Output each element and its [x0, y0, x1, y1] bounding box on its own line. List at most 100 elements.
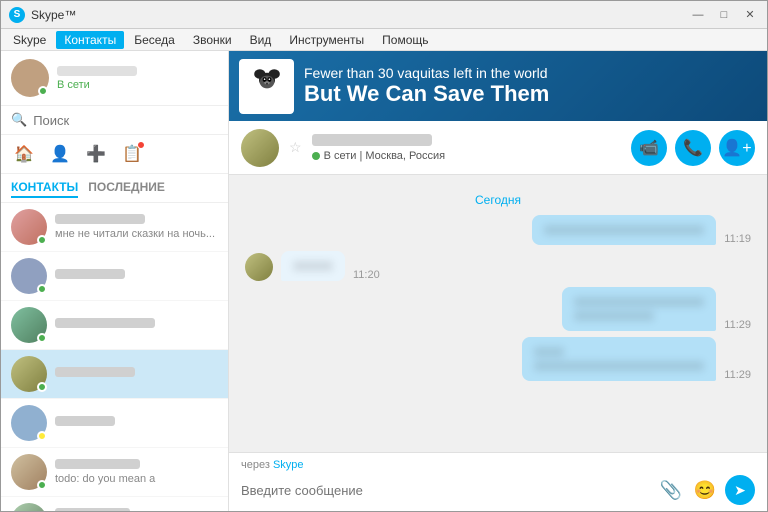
video-call-button[interactable]: 📹 — [631, 130, 667, 166]
message-row: 11:29 — [245, 337, 751, 381]
list-item[interactable]: кккуру — [1, 497, 228, 511]
contact-details — [55, 269, 218, 283]
close-button[interactable]: ✕ — [741, 6, 759, 24]
search-input[interactable] — [33, 113, 218, 128]
message-row: 11:29 — [245, 287, 751, 331]
contact-name-blur — [55, 508, 130, 511]
message-row: 11:19 — [245, 215, 751, 245]
emoji-button[interactable]: 😊 — [691, 476, 719, 504]
input-actions: 📎 😊 ➤ — [657, 475, 755, 505]
contact-avatar-wrap — [11, 503, 47, 511]
message-timestamp: 11:20 — [353, 269, 380, 281]
via-brand: Skype — [273, 459, 304, 471]
ad-line2: But We Can Save Them — [304, 81, 549, 107]
contact-online-indicator — [37, 235, 47, 245]
message-input[interactable] — [241, 483, 649, 498]
message-bubble — [281, 251, 345, 281]
ad-text: Fewer than 30 vaquitas left in the world… — [304, 65, 549, 107]
chat-panel: Fewer than 30 vaquitas left in the world… — [229, 51, 767, 511]
menu-skype[interactable]: Skype — [5, 31, 54, 49]
user-status: В сети — [57, 79, 218, 91]
message-bubble — [522, 337, 716, 381]
message-timestamp: 11:29 — [724, 319, 751, 331]
list-item[interactable] — [1, 301, 228, 350]
message-bubble — [532, 215, 716, 245]
message-input-row: 📎 😊 ➤ — [241, 475, 755, 505]
app-window: S Skype™ — □ ✕ Skype Контакты Беседа Зво… — [0, 0, 768, 512]
send-message-button[interactable]: ➤ — [725, 475, 755, 505]
message-text — [534, 361, 704, 371]
chat-messages-area: Сегодня 11:19 11:20 — [229, 175, 767, 452]
home-nav-button[interactable]: 🏠 — [9, 139, 39, 169]
chat-contact-name — [312, 134, 432, 146]
contact-name-blur — [55, 318, 155, 328]
add-to-call-button[interactable]: 👤+ — [719, 130, 755, 166]
list-item[interactable]: мне не читали сказки на ночь... — [1, 203, 228, 252]
contact-avatar-wrap — [11, 209, 47, 245]
ad-line1: Fewer than 30 vaquitas left in the world — [304, 65, 549, 81]
contact-online-indicator — [37, 382, 47, 392]
contact-name-blur — [55, 269, 125, 279]
voice-call-button[interactable]: 📞 — [675, 130, 711, 166]
chat-action-buttons: 📹 📞 👤+ — [631, 130, 755, 166]
contact-avatar-wrap — [11, 405, 47, 441]
menu-calls[interactable]: Звонки — [185, 31, 240, 49]
nav-icons-bar: 🏠 👤 ➕ 📋 — [1, 135, 228, 174]
search-icon: 🔍 — [11, 112, 27, 128]
contacts-nav-button[interactable]: 👤 — [45, 139, 75, 169]
attach-file-button[interactable]: 📎 — [657, 476, 685, 504]
message-text — [574, 311, 654, 321]
message-row: 11:20 — [245, 251, 751, 281]
sidebar: В сети 🔍 🏠 👤 ➕ 📋 КОНТАКТЫ — [1, 51, 229, 511]
message-timestamp: 11:29 — [724, 369, 751, 381]
menu-beсeda[interactable]: Беседа — [126, 31, 183, 49]
menu-help[interactable]: Помощь — [374, 31, 436, 49]
user-online-indicator — [38, 86, 48, 96]
contact-details: мне не читали сказки на ночь... — [55, 214, 218, 240]
contact-online-indicator — [37, 333, 47, 343]
search-bar: 🔍 — [1, 106, 228, 135]
maximize-button[interactable]: □ — [715, 6, 733, 24]
title-bar-left: S Skype™ — [9, 7, 76, 23]
contact-last-message: мне не читали сказки на ночь... — [55, 228, 218, 240]
list-item[interactable] — [1, 350, 228, 399]
wwf-logo — [239, 59, 294, 114]
list-item[interactable]: todo: do you mean a — [1, 448, 228, 497]
message-text — [544, 225, 704, 235]
menu-tools[interactable]: Инструменты — [281, 31, 372, 49]
favorite-star-icon[interactable]: ☆ — [289, 139, 302, 156]
contact-avatar-wrap — [11, 307, 47, 343]
message-text — [574, 297, 704, 307]
contact-online-indicator — [37, 431, 47, 441]
user-profile: В сети — [1, 51, 228, 106]
tab-contacts[interactable]: КОНТАКТЫ — [11, 178, 78, 198]
message-sender-avatar — [245, 253, 273, 281]
chat-contact-status: В сети | Москва, Россия — [312, 150, 621, 162]
add-contact-button[interactable]: ➕ — [81, 139, 111, 169]
online-status-dot — [312, 152, 320, 160]
ad-banner: Fewer than 30 vaquitas left in the world… — [229, 51, 767, 121]
notification-badge — [137, 141, 145, 149]
user-name-blur — [57, 66, 137, 76]
contact-name-blur — [55, 367, 135, 377]
menu-view[interactable]: Вид — [242, 31, 280, 49]
contact-avatar-wrap — [11, 356, 47, 392]
contacts-list: мне не читали сказки на ночь... — [1, 203, 228, 511]
message-bubble — [562, 287, 716, 331]
tab-recent[interactable]: ПОСЛЕДНИЕ — [88, 178, 165, 198]
chat-header: ☆ В сети | Москва, Россия 📹 📞 👤+ — [229, 121, 767, 175]
list-item[interactable] — [1, 399, 228, 448]
message-text — [293, 261, 333, 271]
user-info: В сети — [57, 66, 218, 91]
date-divider: Сегодня — [245, 193, 751, 207]
user-avatar-wrap — [11, 59, 49, 97]
chat-footer: через Skype 📎 😊 ➤ — [229, 452, 767, 511]
minimize-button[interactable]: — — [689, 6, 707, 24]
contact-details: todo: do you mean a — [55, 459, 218, 485]
contact-avatar-wrap — [11, 454, 47, 490]
notifications-button[interactable]: 📋 — [117, 139, 147, 169]
list-item[interactable] — [1, 252, 228, 301]
menu-contacts[interactable]: Контакты — [56, 31, 124, 49]
contacts-tab-bar: КОНТАКТЫ ПОСЛЕДНИЕ — [1, 174, 228, 203]
contact-details — [55, 416, 218, 430]
